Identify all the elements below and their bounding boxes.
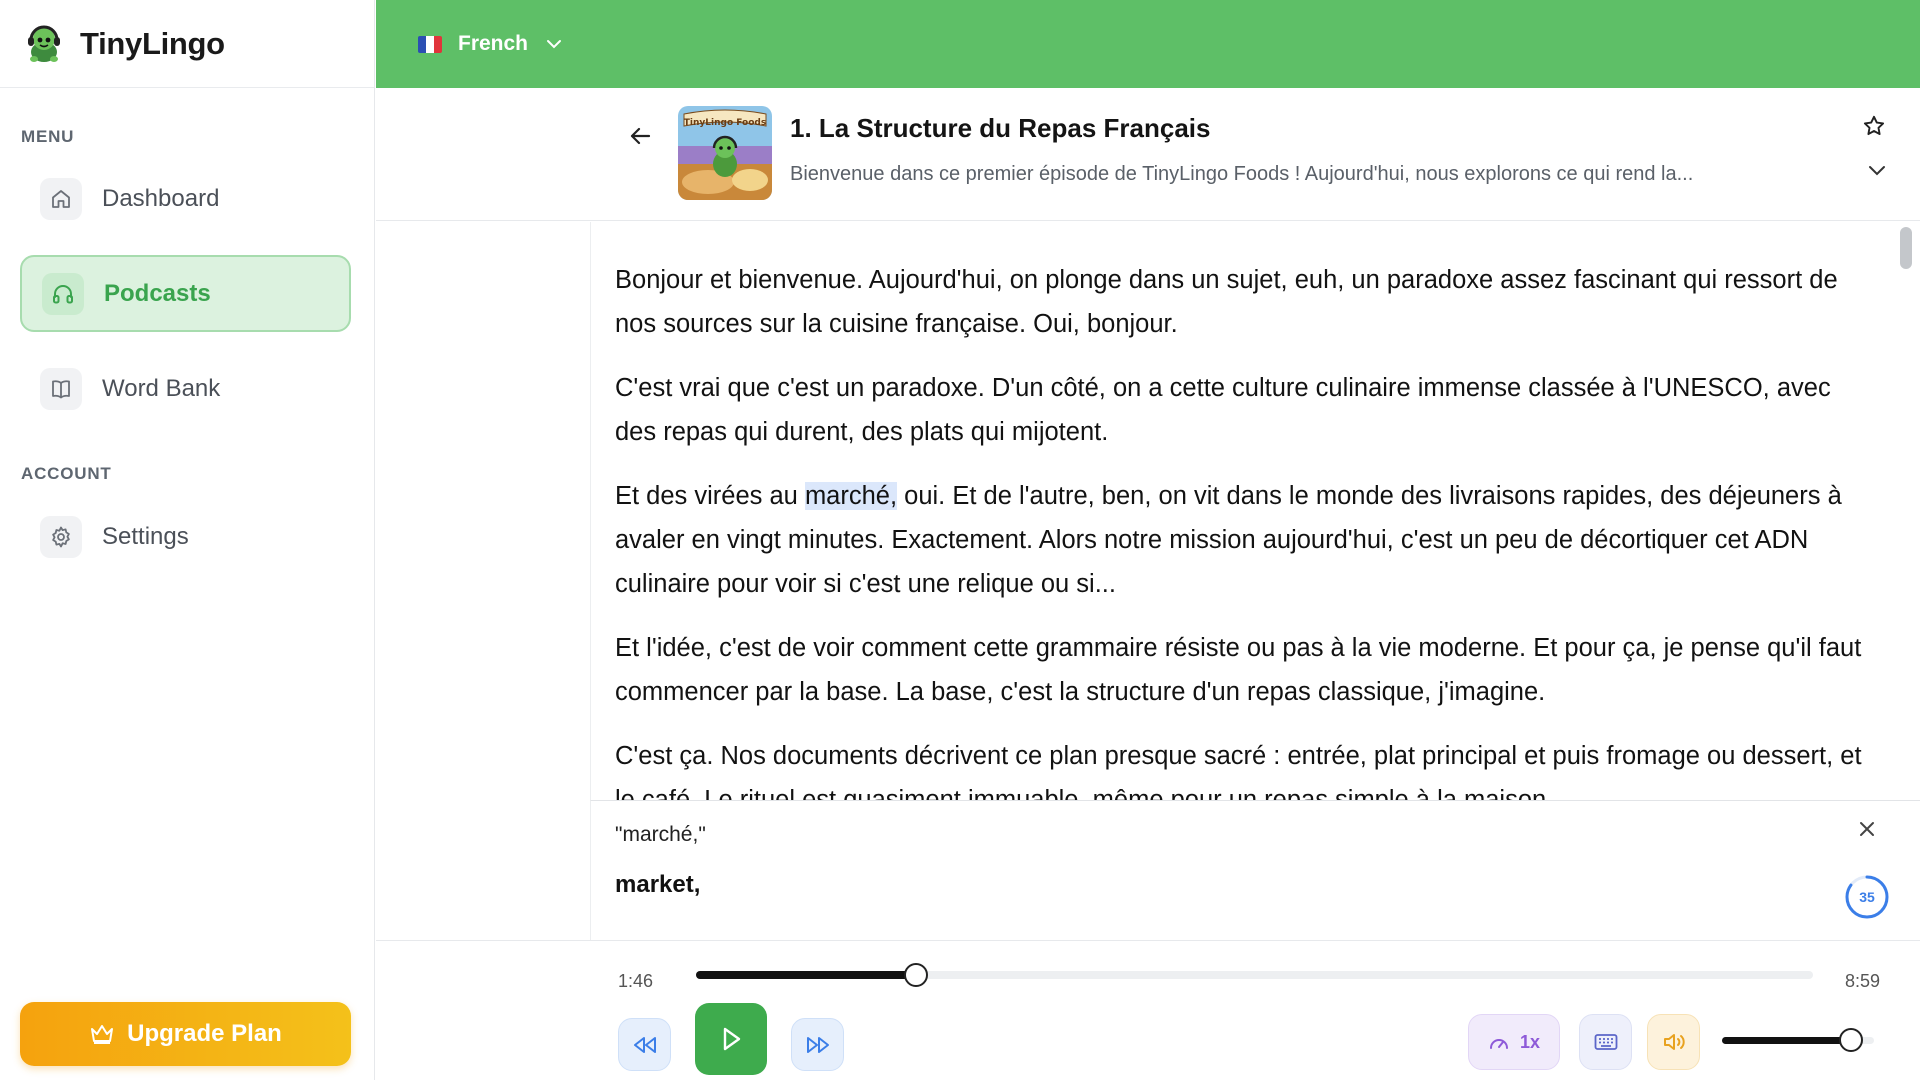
selected-word: "marché," — [615, 823, 706, 846]
transcript-scrollbar[interactable] — [1900, 227, 1912, 269]
transcript-text[interactable]: Et des virées au — [615, 482, 805, 510]
progress-slider[interactable] — [696, 963, 1813, 987]
episode-cover-image: TinyLingo Foods — [678, 106, 772, 200]
gauge-icon — [1489, 1039, 1508, 1049]
countdown-timer: 35 — [1843, 873, 1891, 921]
headphones-icon — [42, 272, 84, 315]
sidebar-item-settings[interactable]: Settings — [20, 498, 351, 575]
fr-flag-icon — [418, 35, 442, 53]
volume-button[interactable] — [1647, 1014, 1700, 1070]
sidebar-item-podcasts[interactable]: Podcasts — [20, 255, 351, 332]
gear-icon — [40, 515, 82, 558]
sidebar-item-word-bank[interactable]: Word Bank — [20, 350, 351, 427]
volume-fill — [1722, 1037, 1852, 1044]
sidebar: TinyLingo MENU Dashboard Podcasts Word B… — [0, 0, 375, 1080]
sidebar-item-label: Word Bank — [102, 374, 221, 402]
turtle-logo-icon — [28, 25, 60, 62]
close-icon — [1860, 822, 1874, 836]
upgrade-plan-button[interactable]: Upgrade Plan — [20, 1002, 351, 1066]
home-icon — [40, 177, 82, 220]
rewind-icon — [633, 1036, 656, 1053]
crown-icon — [91, 1025, 114, 1044]
transcript-paragraph[interactable]: Bonjour et bienvenue. Aujourd'hui, on pl… — [591, 258, 1897, 346]
transcript-paragraph[interactable]: C'est ça. Nos documents décrivent ce pla… — [591, 734, 1897, 800]
volume-handle[interactable] — [1839, 1028, 1864, 1052]
sidebar-item-label: Settings — [102, 522, 189, 550]
language-label: French — [458, 32, 529, 55]
episode-title: 1. La Structure du Repas Français — [790, 113, 1211, 143]
book-icon — [40, 367, 82, 410]
duration: 8:59 — [1845, 971, 1881, 991]
highlighted-word[interactable]: marché, — [804, 482, 898, 510]
transcript-paragraph[interactable]: Et des virées au marché, oui. Et de l'au… — [591, 474, 1897, 606]
chevron-down-icon — [1869, 166, 1885, 176]
keyboard-icon — [1594, 1034, 1617, 1050]
sidebar-item-dashboard[interactable]: Dashboard — [20, 160, 351, 237]
audio-player: 1:46 8:59 1x — [376, 940, 1920, 1080]
word-translation: market, — [615, 871, 701, 898]
playback-speed-button[interactable]: 1x — [1468, 1014, 1560, 1070]
countdown-value: 35 — [1859, 889, 1875, 905]
cover-title-text: TinyLingo Foods — [684, 118, 766, 128]
app-name: TinyLingo — [80, 25, 225, 61]
play-icon — [723, 1027, 741, 1051]
sidebar-item-label: Podcasts — [104, 279, 211, 307]
progress-handle[interactable] — [904, 963, 929, 987]
play-button[interactable] — [695, 1003, 767, 1075]
menu-section-label: MENU — [21, 127, 75, 146]
episode-header: TinyLingo Foods 1. La Structure du Repas… — [376, 88, 1920, 221]
rewind-button[interactable] — [618, 1018, 671, 1071]
brand[interactable]: TinyLingo — [0, 0, 374, 88]
arrow-left-icon — [630, 127, 651, 145]
fast-forward-button[interactable] — [791, 1018, 844, 1071]
volume-icon — [1663, 1034, 1685, 1050]
chevron-down-icon — [547, 40, 562, 49]
transcript-paragraph[interactable]: Et l'idée, c'est de voir comment cette g… — [591, 626, 1897, 714]
upgrade-plan-label: Upgrade Plan — [127, 1020, 282, 1047]
episode-description: Bienvenue dans ce premier épisode de Tin… — [790, 163, 1694, 185]
star-icon — [1863, 115, 1885, 136]
account-section-label: ACCOUNT — [21, 464, 112, 483]
current-time: 1:46 — [618, 971, 654, 991]
sidebar-item-label: Dashboard — [102, 184, 220, 212]
top-bar: French — [376, 0, 1920, 88]
language-selector[interactable]: French — [418, 26, 562, 62]
back-button[interactable] — [622, 118, 658, 154]
progress-fill — [696, 971, 917, 979]
playback-speed-label: 1x — [1519, 1031, 1541, 1052]
keyboard-shortcuts-button[interactable] — [1579, 1014, 1632, 1070]
translation-popup: "marché," market, 35 — [590, 800, 1920, 940]
expand-description-button[interactable] — [1868, 163, 1886, 181]
volume-slider[interactable] — [1722, 1028, 1874, 1052]
transcript-panel[interactable]: Bonjour et bienvenue. Aujourd'hui, on pl… — [590, 222, 1897, 800]
fast-forward-icon — [806, 1036, 829, 1053]
favorite-button[interactable] — [1862, 114, 1886, 143]
transcript-paragraph[interactable]: C'est vrai que c'est un paradoxe. D'un c… — [591, 366, 1897, 454]
close-popup-button[interactable] — [1857, 819, 1877, 844]
